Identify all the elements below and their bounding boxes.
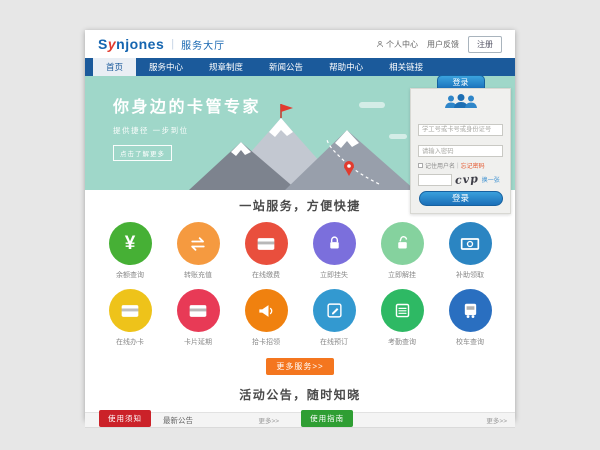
account-input[interactable] (418, 124, 503, 136)
service-label: 卡片延期 (164, 337, 232, 347)
main-nav: 首页 服务中心 规章制度 新闻公告 帮助中心 相关链接 (85, 58, 515, 76)
list-icon[interactable] (381, 289, 424, 332)
more-services-button[interactable]: 更多服务>> (266, 358, 333, 375)
site-name: 服务大厅 (181, 37, 225, 52)
service-label: 补助领取 (436, 270, 504, 280)
notice-more-link[interactable]: 更多>> (259, 415, 280, 425)
users-group-icon (444, 94, 478, 109)
transfer-arrows-icon[interactable] (177, 222, 220, 265)
nav-item-rules[interactable]: 规章制度 (196, 58, 256, 76)
nav-item-news[interactable]: 新闻公告 (256, 58, 316, 76)
logo-bolt: y (108, 36, 116, 52)
login-form: 记住用户名 | 忘记密码 cvp 换一张 登录 (410, 88, 511, 214)
service-attendance[interactable]: 考勤查询 (368, 289, 436, 347)
services-row-2: 在线办卡 卡片延期 拾卡招领 在线预订 (85, 289, 515, 347)
captcha-image[interactable]: cvp (455, 172, 480, 187)
register-button[interactable]: 注册 (468, 36, 502, 53)
service-label: 在线预订 (300, 337, 368, 347)
nav-item-service-center[interactable]: 服务中心 (136, 58, 196, 76)
page-card: Synjones | 服务大厅 个人中心 用户反馈 注册 首页 服务中心 规章制… (85, 30, 515, 420)
login-submit-button[interactable]: 登录 (419, 191, 503, 206)
service-subsidy[interactable]: 补助领取 (436, 222, 504, 280)
login-panel: 登录 记住用户名 | 忘记密码 cvp 换一张 (410, 75, 511, 214)
service-label: 在线缴费 (232, 270, 300, 280)
captcha-refresh-link[interactable]: 换一张 (482, 175, 500, 184)
nav-item-home[interactable]: 首页 (93, 58, 136, 76)
forgot-password-link[interactable]: 忘记密码 (461, 161, 485, 170)
user-feedback-label: 用户反馈 (427, 39, 459, 50)
nav-item-help[interactable]: 帮助中心 (316, 58, 376, 76)
personal-center-link[interactable]: 个人中心 (376, 39, 418, 50)
remember-row: 记住用户名 | 忘记密码 (418, 161, 503, 170)
login-tab[interactable]: 登录 (437, 75, 485, 88)
service-label: 考勤查询 (368, 337, 436, 347)
guide-more-link[interactable]: 更多>> (486, 415, 507, 425)
guide-panel-tabs: 使用指南 更多>> (299, 413, 515, 427)
header-right: 个人中心 用户反馈 注册 (376, 36, 502, 53)
services-section: 一站服务，方便快捷 ¥ 余额查询 转账充值 在线缴费 (85, 190, 515, 375)
logo-text-2: njones (116, 36, 164, 52)
hero-banner: 你身边的卡管专家 提供捷径 一步到位 点击了解更多 登录 记住用户名 | 忘记密 (85, 76, 515, 190)
remember-label: 记住用户名 (425, 161, 455, 170)
notice-panel-tabs: 使用须知 最新公告 更多>> (85, 413, 287, 427)
header-divider: | (171, 38, 174, 50)
service-balance[interactable]: ¥ 余额查询 (96, 222, 164, 280)
banner-text: 你身边的卡管专家 提供捷径 一步到位 点击了解更多 (113, 93, 261, 161)
service-apply-card[interactable]: 在线办卡 (96, 289, 164, 347)
unlock-icon[interactable] (381, 222, 424, 265)
service-label: 在线办卡 (96, 337, 164, 347)
service-online-booking[interactable]: 在线预订 (300, 289, 368, 347)
service-unfreeze[interactable]: 立即解挂 (368, 222, 436, 280)
bank-card-icon[interactable] (109, 289, 152, 332)
service-label: 拾卡招领 (232, 337, 300, 347)
yen-icon[interactable]: ¥ (109, 222, 152, 265)
remember-divider: | (457, 163, 459, 169)
banknote-icon[interactable] (449, 222, 492, 265)
remember-checkbox[interactable] (418, 163, 423, 168)
logo-text: S (98, 36, 108, 52)
services-row-1: ¥ 余额查询 转账充值 在线缴费 立即挂失 (85, 222, 515, 280)
bank-card-icon[interactable] (245, 222, 288, 265)
banner-title: 你身边的卡管专家 (113, 93, 261, 117)
service-lost-found-card[interactable]: 拾卡招领 (232, 289, 300, 347)
service-transfer[interactable]: 转账充值 (164, 222, 232, 280)
service-label: 转账充值 (164, 270, 232, 280)
megaphone-icon[interactable] (245, 289, 288, 332)
service-school-bus[interactable]: 校车查询 (436, 289, 504, 347)
logo[interactable]: Synjones (98, 36, 164, 52)
bank-card-icon[interactable] (177, 289, 220, 332)
edit-icon[interactable] (313, 289, 356, 332)
password-input[interactable] (418, 145, 503, 157)
bus-icon[interactable] (449, 289, 492, 332)
announcements-title: 活动公告，随时知晓 (85, 386, 515, 403)
service-label: 立即挂失 (300, 270, 368, 280)
personal-center-label: 个人中心 (386, 39, 418, 50)
captcha-row: cvp 换一张 (418, 173, 503, 186)
tab-latest-announcements[interactable]: 最新公告 (163, 415, 193, 426)
service-pay-online[interactable]: 在线缴费 (232, 222, 300, 280)
service-report-loss[interactable]: 立即挂失 (300, 222, 368, 280)
user-icon (376, 40, 384, 48)
banner-cta-button[interactable]: 点击了解更多 (113, 145, 172, 161)
service-card-extension[interactable]: 卡片延期 (164, 289, 232, 347)
service-label: 余额查询 (96, 270, 164, 280)
captcha-input[interactable] (418, 174, 452, 186)
announcements-section: 活动公告，随时知晓 使用须知 最新公告 更多>> 使用指南 更多>> (85, 386, 515, 428)
user-feedback-link[interactable]: 用户反馈 (427, 39, 459, 50)
banner-subtitle: 提供捷径 一步到位 (113, 125, 261, 136)
announcement-tabs-bar: 使用须知 最新公告 更多>> 使用指南 更多>> (85, 412, 515, 428)
nav-item-links[interactable]: 相关链接 (376, 58, 436, 76)
service-label: 立即解挂 (368, 270, 436, 280)
lock-icon[interactable] (313, 222, 356, 265)
service-label: 校车查询 (436, 337, 504, 347)
header: Synjones | 服务大厅 个人中心 用户反馈 注册 (85, 30, 515, 58)
tab-usage-notice[interactable]: 使用须知 (99, 410, 151, 427)
tab-user-guide[interactable]: 使用指南 (301, 410, 353, 427)
